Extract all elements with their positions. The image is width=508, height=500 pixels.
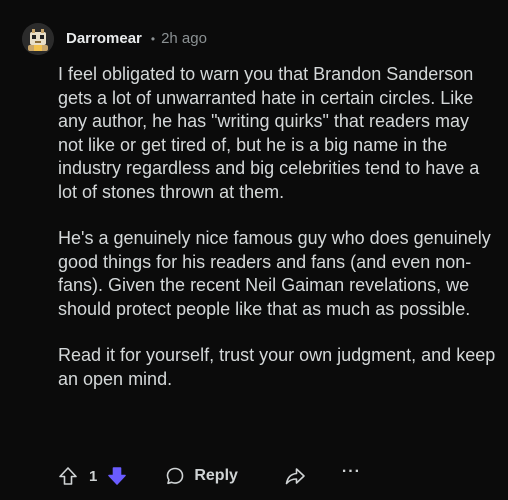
reply-label: Reply [194, 467, 238, 484]
speech-bubble-icon [165, 466, 185, 486]
meta-separator: • [150, 31, 156, 46]
share-arrow-icon [284, 466, 306, 486]
reply-button[interactable]: Reply [165, 466, 238, 486]
share-button[interactable] [284, 466, 306, 486]
downvote-arrow-icon[interactable] [107, 466, 127, 486]
more-options-button[interactable]: ··· [342, 463, 361, 481]
comment: Darromear • 2h ago I feel obligated to w… [0, 0, 508, 500]
comment-body: I feel obligated to warn you that Brando… [58, 63, 498, 414]
comment-paragraph: He's a genuinely nice famous guy who doe… [58, 228, 491, 319]
upvote-arrow-icon[interactable] [58, 466, 78, 486]
comment-header: Darromear • 2h ago [66, 30, 207, 47]
comment-paragraph: I feel obligated to warn you that Brando… [58, 64, 480, 202]
avatar[interactable] [22, 23, 54, 55]
vote-count: 1 [89, 467, 98, 485]
more-options-label: ··· [341, 463, 361, 480]
snoo-avatar-icon [22, 23, 54, 55]
username[interactable]: Darromear [66, 30, 142, 47]
vote-controls: 1 [58, 466, 127, 486]
comment-actions: 1 Reply ··· [58, 462, 361, 490]
timestamp[interactable]: 2h ago [161, 30, 207, 47]
comment-paragraph: Read it for yourself, trust your own jud… [58, 345, 496, 389]
